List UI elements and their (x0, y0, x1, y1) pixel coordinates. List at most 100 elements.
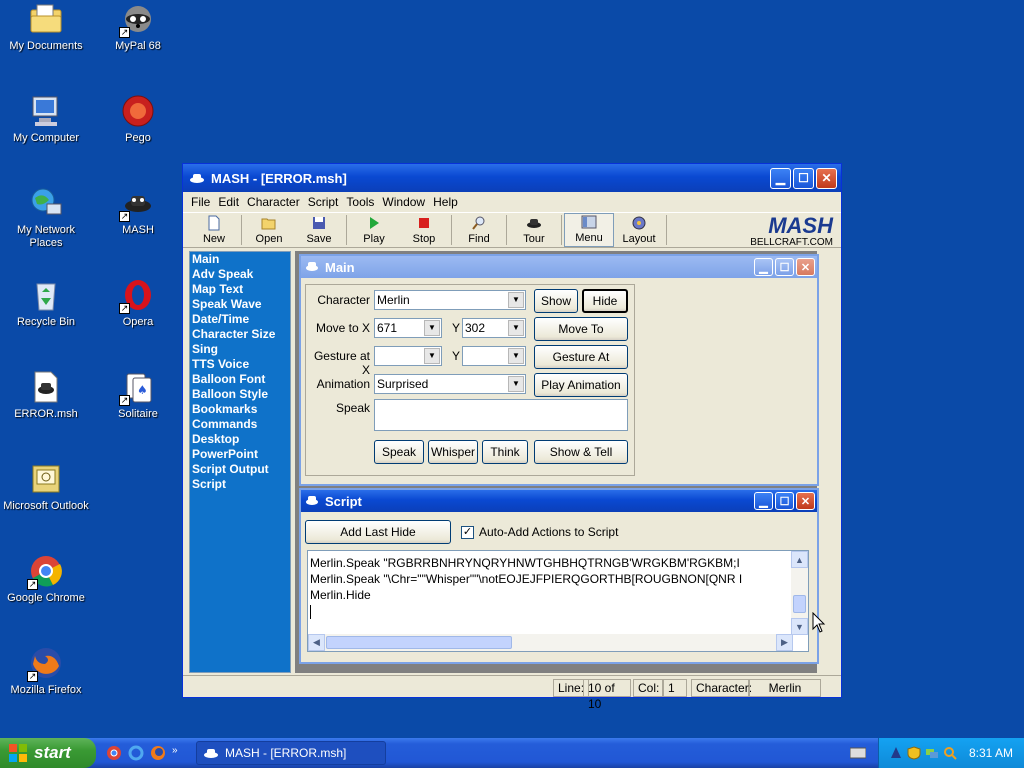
feature-list[interactable]: Main Adv Speak Map Text Speak Wave Date/… (189, 251, 291, 673)
desktop-icon-pego[interactable]: Pego (92, 94, 184, 145)
menu-window[interactable]: Window (378, 195, 429, 209)
list-item[interactable]: Commands (190, 417, 290, 432)
character-select[interactable]: Merlin ▼ (374, 290, 526, 310)
main-maximize-button[interactable]: ☐ (775, 258, 794, 276)
list-item[interactable]: Balloon Font (190, 372, 290, 387)
play-animation-button[interactable]: Play Animation (534, 373, 628, 397)
desktop-icon-solitaire[interactable]: ♠ ↗ Solitaire (92, 370, 184, 421)
keyboard-icon[interactable] (850, 747, 866, 759)
desktop-icon-my-computer[interactable]: My Computer (0, 94, 92, 145)
script-minimize-button[interactable]: ▁ (754, 492, 773, 510)
desktop-icon-mash[interactable]: ↗ MASH (92, 186, 184, 237)
list-item[interactable]: Character Size (190, 327, 290, 342)
list-item[interactable]: Date/Time (190, 312, 290, 327)
vertical-scrollbar[interactable]: ▲ ▼ (791, 551, 808, 635)
new-button[interactable]: New (189, 213, 239, 247)
list-item[interactable]: Balloon Style (190, 387, 290, 402)
desktop-icon-my-documents[interactable]: My Documents (0, 2, 92, 53)
scroll-left-icon[interactable]: ◀ (308, 634, 325, 651)
open-button[interactable]: Open (244, 213, 294, 247)
auto-add-checkbox[interactable]: ✓ (461, 526, 474, 539)
hide-button[interactable]: Hide (582, 289, 628, 313)
desktop-icon-error-msh[interactable]: ERROR.msh (0, 370, 92, 421)
firefox-icon[interactable] (150, 745, 166, 761)
find-button[interactable]: Find (454, 213, 504, 247)
chevron-down-icon[interactable]: ▼ (508, 320, 524, 336)
scroll-up-icon[interactable]: ▲ (791, 551, 808, 568)
menu-edit[interactable]: Edit (214, 195, 243, 209)
desktop-icon-mypal[interactable]: ↗ MyPal 68 (92, 2, 184, 53)
security-shield-icon[interactable] (907, 746, 921, 760)
main-child-titlebar[interactable]: Main ▁ ☐ ✕ (301, 256, 817, 278)
list-item[interactable]: Sing (190, 342, 290, 357)
script-child-window[interactable]: Script ▁ ☐ ✕ Add Last Hide ✓ Auto-Add Ac… (299, 488, 819, 664)
horizontal-scroll-thumb[interactable] (326, 636, 512, 649)
list-item[interactable]: TTS Voice (190, 357, 290, 372)
minimize-button[interactable]: ▁ (770, 167, 791, 189)
main-child-window[interactable]: Main ▁ ☐ ✕ Character Merlin ▼ Show Hide … (299, 254, 819, 486)
desktop-icon-firefox[interactable]: ↗ Mozilla Firefox (0, 646, 92, 697)
menu-file[interactable]: File (187, 195, 214, 209)
stop-button[interactable]: Stop (399, 213, 449, 247)
add-last-hide-button[interactable]: Add Last Hide (305, 520, 451, 544)
horizontal-scrollbar[interactable]: ◀ ▶ (308, 634, 793, 651)
play-button[interactable]: Play (349, 213, 399, 247)
gesture-y-select[interactable]: ▼ (462, 346, 526, 366)
whisper-button[interactable]: Whisper (428, 440, 478, 464)
script-child-titlebar[interactable]: Script ▁ ☐ ✕ (301, 490, 817, 512)
show-and-tell-button[interactable]: Show & Tell (534, 440, 628, 464)
script-close-button[interactable]: ✕ (796, 492, 815, 510)
desktop-icon-recycle-bin[interactable]: Recycle Bin (0, 278, 92, 329)
main-close-button[interactable]: ✕ (796, 258, 815, 276)
mash-window[interactable]: MASH - [ERROR.msh] ▁ ☐ ✕ File Edit Chara… (182, 163, 842, 711)
ie-icon[interactable] (128, 745, 144, 761)
chevron-down-icon[interactable]: ▼ (508, 348, 524, 364)
main-minimize-button[interactable]: ▁ (754, 258, 773, 276)
wizard-icon[interactable] (889, 746, 903, 760)
gesture-at-button[interactable]: Gesture At (534, 345, 628, 369)
search-icon[interactable] (943, 746, 957, 760)
list-item[interactable]: Bookmarks (190, 402, 290, 417)
save-button[interactable]: Save (294, 213, 344, 247)
start-button[interactable]: start (0, 738, 96, 768)
taskbar-item-mash[interactable]: MASH - [ERROR.msh] (196, 741, 386, 765)
close-button[interactable]: ✕ (816, 167, 837, 189)
menu-tools[interactable]: Tools (342, 195, 378, 209)
list-item[interactable]: Adv Speak (190, 267, 290, 282)
desktop-icon-chrome[interactable]: ↗ Google Chrome (0, 554, 92, 605)
gesture-x-select[interactable]: ▼ (374, 346, 442, 366)
think-button[interactable]: Think (482, 440, 528, 464)
list-item[interactable]: Script Output (190, 462, 290, 477)
desktop-icon-network[interactable]: My Network Places (0, 186, 92, 250)
show-button[interactable]: Show (534, 289, 578, 313)
list-item[interactable]: Script (190, 477, 290, 492)
chevron-down-icon[interactable]: ▼ (424, 320, 440, 336)
scroll-down-icon[interactable]: ▼ (791, 618, 808, 635)
network-icon[interactable] (925, 746, 939, 760)
speak-button[interactable]: Speak (374, 440, 424, 464)
animation-select[interactable]: Surprised ▼ (374, 374, 526, 394)
list-item[interactable]: Desktop (190, 432, 290, 447)
chevron-down-icon[interactable]: ▼ (508, 376, 524, 392)
menu-view-button[interactable]: Menu (564, 213, 614, 247)
chevron-down-icon[interactable]: ▼ (508, 292, 524, 308)
move-x-select[interactable]: 671 ▼ (374, 318, 442, 338)
vertical-scroll-thumb[interactable] (793, 595, 806, 613)
desktop-icon-opera[interactable]: ↗ Opera (92, 278, 184, 329)
list-item[interactable]: Speak Wave (190, 297, 290, 312)
menu-script[interactable]: Script (304, 195, 343, 209)
desktop-icon-outlook[interactable]: Microsoft Outlook (0, 462, 92, 513)
menu-help[interactable]: Help (429, 195, 462, 209)
list-item[interactable]: Map Text (190, 282, 290, 297)
move-to-button[interactable]: Move To (534, 317, 628, 341)
tour-button[interactable]: Tour (509, 213, 559, 247)
script-editor[interactable]: Merlin.Speak "RGBRRBNHRYNQRYHNWTGHBHQTRN… (307, 550, 809, 652)
list-item[interactable]: Main (190, 252, 290, 267)
chevron-down-icon[interactable]: ▼ (424, 348, 440, 364)
script-maximize-button[interactable]: ☐ (775, 492, 794, 510)
layout-button[interactable]: Layout (614, 213, 664, 247)
chrome-icon[interactable] (106, 745, 122, 761)
menu-character[interactable]: Character (243, 195, 304, 209)
list-item[interactable]: PowerPoint (190, 447, 290, 462)
maximize-button[interactable]: ☐ (793, 167, 814, 189)
